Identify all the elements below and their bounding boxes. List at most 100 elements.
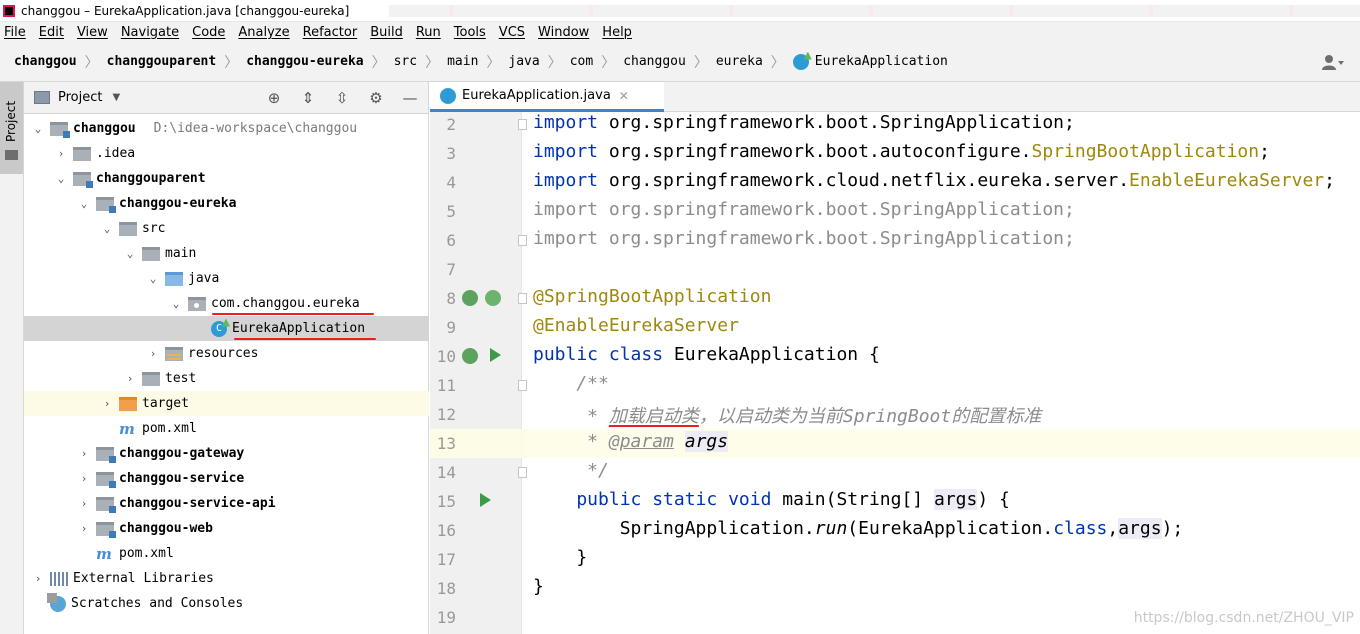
- tree-item-src[interactable]: ⌄ src: [24, 216, 429, 241]
- menu-window[interactable]: Window: [538, 25, 589, 40]
- gear-icon[interactable]: ⚙: [366, 88, 386, 108]
- chevron-right-icon[interactable]: ›: [76, 472, 92, 485]
- run-icon[interactable]: [480, 493, 491, 507]
- menu-code[interactable]: Code: [192, 25, 225, 40]
- class-icon: [792, 53, 809, 70]
- tree-item-java[interactable]: ⌄ java: [24, 266, 429, 291]
- menu-edit[interactable]: Edit: [39, 25, 64, 40]
- menu-run[interactable]: Run: [416, 25, 441, 40]
- fold-marker-icon[interactable]: [518, 380, 527, 391]
- module-folder-icon: [96, 496, 116, 513]
- menu-file[interactable]: File: [4, 25, 26, 40]
- tree-item-changgou-eureka[interactable]: ⌄ changgou-eureka: [24, 191, 429, 216]
- tree-item-changgou-service[interactable]: › changgou-service: [24, 466, 429, 491]
- menu-refactor[interactable]: Refactor: [303, 25, 358, 40]
- editor-tab-bar: EurekaApplication.java ✕: [430, 82, 1360, 112]
- chevron-right-icon[interactable]: ›: [53, 147, 69, 160]
- breadcrumb-java[interactable]: java: [508, 54, 539, 69]
- tree-item-idea[interactable]: › .idea: [24, 141, 429, 166]
- run-icon[interactable]: [490, 348, 501, 362]
- tree-item-pom-eureka[interactable]: m pom.xml: [24, 416, 429, 441]
- breadcrumb-eureka[interactable]: eureka: [716, 54, 763, 69]
- tree-item-target[interactable]: › target: [24, 391, 429, 416]
- breadcrumb-changgou-pkg[interactable]: changgou: [623, 54, 686, 69]
- hide-icon[interactable]: —: [400, 88, 420, 108]
- chevron-down-icon[interactable]: ⌄: [168, 297, 184, 310]
- tree-item-main[interactable]: ⌄ main: [24, 241, 429, 266]
- tree-item-resources[interactable]: › resources: [24, 341, 429, 366]
- collapse-all-icon[interactable]: ⇳: [332, 88, 352, 108]
- module-folder-icon: [96, 471, 116, 488]
- menu-build[interactable]: Build: [370, 25, 403, 40]
- line-number: 9: [446, 318, 456, 337]
- breadcrumb-src[interactable]: src: [394, 54, 417, 69]
- menu-vcs[interactable]: VCS: [499, 25, 525, 40]
- tree-item-pom-parent[interactable]: m pom.xml: [24, 541, 429, 566]
- breadcrumb-eurekaapplication[interactable]: EurekaApplication: [815, 54, 948, 69]
- line-number: 11: [436, 376, 456, 395]
- tree-item-eurekaapplication[interactable]: C EurekaApplication: [24, 316, 429, 341]
- tree-item-scratches[interactable]: Scratches and Consoles: [24, 591, 429, 616]
- line-number: 6: [446, 231, 456, 250]
- chevron-right-icon[interactable]: ›: [145, 347, 161, 360]
- folder-icon: [142, 246, 160, 261]
- tree-item-changgouparent[interactable]: ⌄ changgouparent: [24, 166, 429, 191]
- project-panel-title[interactable]: Project: [58, 90, 102, 105]
- chevron-right-icon[interactable]: ›: [76, 522, 92, 535]
- chevron-right-icon[interactable]: ›: [30, 572, 46, 585]
- breadcrumb-changgou[interactable]: changgou: [14, 54, 77, 69]
- user-account-icon[interactable]: [1322, 54, 1344, 70]
- tree-item-test[interactable]: › test: [24, 366, 429, 391]
- fold-marker-icon[interactable]: [518, 235, 527, 246]
- line-number: 3: [446, 144, 456, 163]
- code-line: 17 }: [430, 545, 1360, 574]
- tree-item-changgou-service-api[interactable]: › changgou-service-api: [24, 491, 429, 516]
- chevron-right-icon[interactable]: ›: [76, 497, 92, 510]
- chevron-down-icon[interactable]: ⌄: [76, 197, 92, 210]
- menu-view[interactable]: View: [77, 25, 108, 40]
- tree-item-changgou-gateway[interactable]: › changgou-gateway: [24, 441, 429, 466]
- code-line: 18 }: [430, 574, 1360, 603]
- code-line: 8 @SpringBootApplication: [430, 284, 1360, 313]
- chevron-right-icon[interactable]: ›: [99, 397, 115, 410]
- tree-item-package[interactable]: ⌄ com.changgou.eureka: [24, 291, 429, 316]
- breadcrumb-main[interactable]: main: [447, 54, 478, 69]
- tab-eurekaapplication-java[interactable]: EurekaApplication.java ✕: [430, 82, 664, 112]
- chevron-right-icon[interactable]: ›: [122, 372, 138, 385]
- chevron-down-icon[interactable]: ⌄: [122, 247, 138, 260]
- fold-marker-icon[interactable]: [518, 467, 527, 478]
- menu-tools[interactable]: Tools: [454, 25, 486, 40]
- menu-analyze[interactable]: Analyze: [238, 25, 289, 40]
- menu-navigate[interactable]: Navigate: [121, 25, 179, 40]
- expand-all-icon[interactable]: ⇕: [298, 88, 318, 108]
- breadcrumb-com[interactable]: com: [570, 54, 593, 69]
- spring-bean-icon[interactable]: [462, 290, 478, 306]
- code-line: 11 /**: [430, 371, 1360, 400]
- chevron-down-icon[interactable]: ⌄: [99, 222, 115, 235]
- excluded-folder-icon: [119, 396, 137, 411]
- watermark: https://blog.csdn.net/ZHOU_VIP: [1133, 610, 1354, 626]
- locate-icon[interactable]: ⊕: [264, 88, 284, 108]
- tree-item-external-libraries[interactable]: › External Libraries: [24, 566, 429, 591]
- source-folder-icon: [165, 271, 183, 286]
- fold-marker-icon[interactable]: [518, 293, 527, 304]
- code-line: 15 public static void main(String[] args…: [430, 487, 1360, 516]
- spring-bean-icon[interactable]: [462, 348, 478, 364]
- chevron-down-icon[interactable]: ⌄: [145, 272, 161, 285]
- project-tool-tab[interactable]: Project: [0, 82, 23, 174]
- chevron-down-icon[interactable]: ▼: [112, 92, 120, 103]
- menu-help[interactable]: Help: [602, 25, 632, 40]
- chevron-right-icon[interactable]: ›: [76, 447, 92, 460]
- tree-item-changgou[interactable]: ⌄ changgou D:\idea-workspace\changgou: [24, 116, 429, 141]
- tree-item-changgou-web[interactable]: › changgou-web: [24, 516, 429, 541]
- fold-marker-icon[interactable]: [518, 119, 527, 130]
- line-number: 7: [446, 260, 456, 279]
- code-line: 7: [430, 255, 1360, 284]
- spring-config-icon[interactable]: [485, 290, 501, 306]
- breadcrumb-changgou-eureka[interactable]: changgou-eureka: [246, 54, 363, 69]
- editor: EurekaApplication.java ✕ 2 import org.sp…: [430, 82, 1360, 634]
- breadcrumb-changgouparent[interactable]: changgouparent: [107, 54, 217, 69]
- close-icon[interactable]: ✕: [619, 89, 629, 103]
- chevron-down-icon[interactable]: ⌄: [30, 122, 46, 135]
- chevron-down-icon[interactable]: ⌄: [53, 172, 69, 185]
